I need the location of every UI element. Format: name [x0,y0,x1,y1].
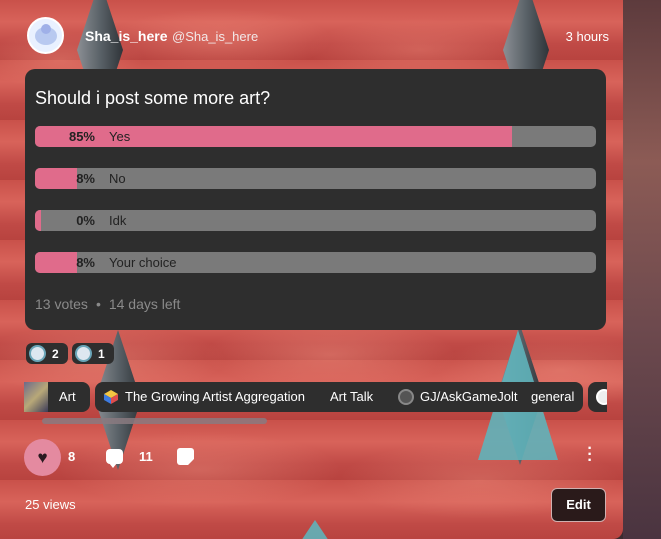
poll-option-label: Idk [109,213,127,228]
heart-icon: ♥ [37,448,48,467]
post-actions: ♥ 8 11 · · · [24,438,607,478]
poll-votes: 13 votes [35,296,88,312]
post-header: Sha_is_here @Sha_is_here 3 hours [24,14,609,58]
poll-option-percent: 0% [76,213,95,228]
poll-option-yes[interactable]: 85% Yes [35,126,596,147]
tag-label: Art [59,389,76,404]
edit-button[interactable]: Edit [551,488,606,522]
poll-question: Should i post some more art? [35,88,271,108]
tag-art[interactable]: Art [24,382,90,412]
poll-option-no[interactable]: 8% No [35,168,596,189]
comment-count[interactable]: 11 [139,449,153,464]
post-timestamp[interactable]: 3 hours [566,29,609,44]
view-count: 25 views [25,497,76,512]
tag-growing-artist-aggregation[interactable]: The Growing Artist Aggregation Art Talk [95,382,408,412]
tag-label: GJ/AskGameJolt [420,389,518,404]
poll-time-left: 14 days left [108,296,181,312]
poll-option-your-choice[interactable]: 8% Your choice [35,252,596,273]
background-triangle [295,520,335,539]
poll-option-label: Your choice [109,255,177,270]
poll-option-label: No [109,171,126,186]
tag-label: Art Talk [330,389,374,404]
poll-footer: 13 votes • 14 days left [35,296,180,312]
tag-overflow[interactable] [588,382,607,412]
more-options-icon[interactable]: · · · [587,441,593,469]
community-tags: Art The Growing Artist Aggregation Art T… [24,382,607,412]
tags-scrollbar[interactable] [42,418,267,424]
poll-option-label: Yes [109,129,131,144]
tag-label: The Growing Artist Aggregation [125,389,305,404]
circle-icon [596,389,607,405]
avatar[interactable] [27,17,64,54]
comment-icon[interactable] [106,449,123,468]
reaction-chip[interactable]: 2 [26,343,68,364]
background-strip [623,0,661,539]
separator-dot: • [95,296,101,312]
author-name[interactable]: Sha_is_here [85,28,168,44]
post-card: Sha_is_here @Sha_is_here 3 hours Should … [0,0,623,539]
sticker-icon[interactable] [177,448,194,465]
circle-icon [398,389,414,405]
cube-icon [104,390,118,404]
poll-option-percent: 85% [68,129,95,144]
poll-option-fill [35,126,512,147]
reaction-count: 2 [52,347,59,361]
poll-panel: Should i post some more art? 85% Yes 8% … [25,69,606,330]
poll-option-percent: 8% [76,171,95,186]
tag-askgamejolt[interactable]: GJ/AskGameJolt general [390,382,583,412]
emoji-cheer-icon [75,345,92,362]
reaction-count: 1 [98,347,105,361]
author-handle[interactable]: @Sha_is_here [172,29,258,44]
emoji-face-icon [29,345,46,362]
like-button[interactable]: ♥ [24,439,61,476]
reaction-chip[interactable]: 1 [72,343,114,364]
poll-option-idk[interactable]: 0% Idk [35,210,596,231]
poll-option-percent: 8% [76,255,95,270]
tag-label: general [531,389,575,404]
like-count[interactable]: 8 [68,449,75,464]
art-thumb-icon [24,382,48,412]
